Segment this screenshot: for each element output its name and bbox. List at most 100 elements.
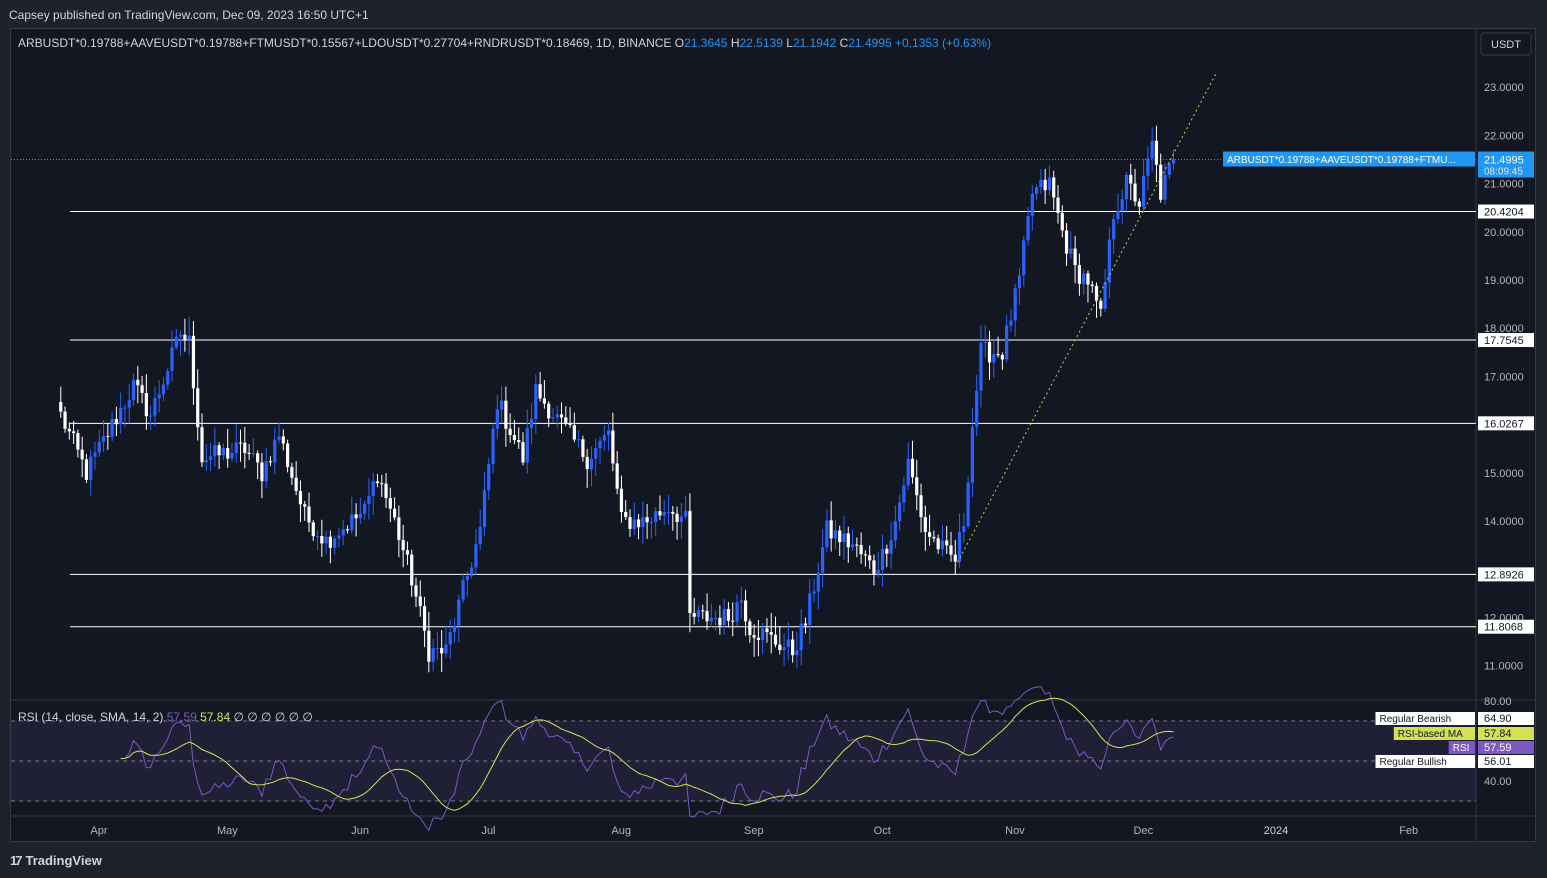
candle-body bbox=[1159, 164, 1163, 200]
candle-body bbox=[127, 400, 131, 408]
candle-body bbox=[803, 623, 808, 626]
currency-button-label: USDT bbox=[1491, 39, 1521, 51]
candle-body bbox=[380, 483, 384, 485]
time-axis-label: 2024 bbox=[1264, 825, 1288, 837]
candle-body bbox=[221, 448, 225, 456]
candle-body bbox=[393, 508, 397, 518]
candle-body bbox=[320, 536, 324, 544]
level-tag-value: 12.8926 bbox=[1484, 569, 1524, 581]
candle-body bbox=[478, 526, 482, 545]
candle-body bbox=[512, 434, 517, 441]
candle bbox=[688, 493, 692, 633]
rsi-legend: RSI (14, close, SMA, 14, 2) 57.59 57.84 … bbox=[18, 710, 313, 724]
price-axis-label: 11.0000 bbox=[1484, 661, 1523, 673]
candle-body bbox=[277, 436, 281, 440]
footer-brand[interactable]: 17 TradingView bbox=[10, 853, 102, 868]
candle-body bbox=[461, 580, 465, 600]
last-price-symbol-label: ARBUSDT*0.19788+AAVEUSDT*0.19788+FTMU... bbox=[1227, 155, 1456, 166]
rsi-tag-label: Regular Bearish bbox=[1380, 714, 1452, 725]
candle-body bbox=[1107, 239, 1111, 283]
candle-body bbox=[722, 609, 726, 626]
time-axis-label: Sep bbox=[744, 825, 764, 837]
candle-body bbox=[260, 462, 264, 482]
price-axis-label: 17.0000 bbox=[1484, 371, 1524, 383]
candle-body bbox=[581, 439, 585, 457]
candle-body bbox=[333, 538, 337, 548]
rsi-tag-label: Regular Bullish bbox=[1380, 757, 1447, 768]
candle-body bbox=[106, 436, 110, 438]
candle-body bbox=[97, 442, 101, 453]
candle-body bbox=[1026, 216, 1030, 241]
candle-body bbox=[179, 334, 183, 337]
candle-body bbox=[465, 575, 469, 581]
time-axis-label: May bbox=[217, 825, 238, 837]
candle-body bbox=[529, 419, 534, 429]
candle-body bbox=[641, 517, 645, 528]
candle-body bbox=[345, 529, 350, 531]
candle-body bbox=[217, 445, 221, 456]
candle-body bbox=[1035, 187, 1039, 194]
candle-body bbox=[1129, 174, 1133, 184]
candle-body bbox=[799, 623, 803, 651]
candle-body bbox=[110, 419, 114, 437]
candle-body bbox=[149, 415, 153, 417]
candle-body bbox=[983, 341, 987, 343]
candle-body bbox=[666, 512, 671, 514]
candle-body bbox=[863, 554, 867, 556]
candle-body bbox=[559, 414, 564, 418]
price-axis-label: 21.0000 bbox=[1484, 179, 1524, 191]
legend-part: C bbox=[840, 36, 849, 50]
candle-body bbox=[949, 545, 953, 555]
candle-body bbox=[191, 335, 196, 389]
candle-body bbox=[452, 625, 457, 633]
time-axis-label: Jul bbox=[481, 825, 495, 837]
candle-body bbox=[692, 613, 696, 618]
candle-body bbox=[662, 512, 666, 516]
candle-body bbox=[1090, 284, 1094, 286]
candle-body bbox=[709, 617, 713, 622]
price-axis-label: 19.0000 bbox=[1484, 275, 1524, 287]
candle-body bbox=[294, 477, 298, 492]
candle-body bbox=[431, 648, 435, 662]
legend-part: 21.4995 bbox=[848, 36, 895, 50]
candle-body bbox=[1142, 175, 1146, 207]
candle-body bbox=[298, 491, 303, 505]
candle-body bbox=[808, 593, 812, 626]
time-axis-label: Oct bbox=[874, 825, 891, 837]
candle-body bbox=[679, 516, 683, 523]
price-chart[interactable]: 23.000022.000021.000020.000019.000018.00… bbox=[0, 0, 1547, 878]
candle-body bbox=[696, 610, 701, 618]
candle-body bbox=[547, 403, 551, 419]
candle-body bbox=[410, 554, 414, 586]
candle-body bbox=[542, 398, 546, 404]
candle-body bbox=[1013, 288, 1017, 321]
candle-body bbox=[341, 529, 345, 536]
candle-body bbox=[1099, 300, 1103, 309]
candle-body bbox=[701, 610, 705, 612]
candle-body bbox=[795, 650, 799, 656]
candle-body bbox=[889, 540, 893, 554]
candle-body bbox=[418, 596, 422, 607]
candle-body bbox=[654, 511, 658, 522]
candle-body bbox=[226, 448, 230, 459]
legend-part: 21.3645 bbox=[684, 36, 731, 50]
candle-body bbox=[1103, 282, 1107, 309]
candle-body bbox=[611, 430, 615, 464]
candle-body bbox=[577, 439, 581, 441]
candle-body bbox=[1133, 183, 1137, 202]
price-axis-label: 22.0000 bbox=[1484, 130, 1524, 142]
candle-body bbox=[444, 644, 448, 654]
candle-body bbox=[354, 514, 358, 519]
candle-body bbox=[919, 495, 923, 518]
candle-body bbox=[204, 460, 208, 463]
candle-body bbox=[1060, 213, 1064, 231]
candle-body bbox=[975, 390, 979, 427]
candle-body bbox=[872, 560, 876, 575]
candle-body bbox=[675, 513, 679, 523]
candle-body bbox=[564, 417, 568, 424]
candle-body bbox=[157, 394, 161, 399]
candle-body bbox=[251, 453, 255, 455]
candle-body bbox=[482, 490, 487, 527]
rsi-legend-part: 57.59 bbox=[167, 710, 200, 724]
level-tag-value: 11.8068 bbox=[1484, 622, 1523, 634]
